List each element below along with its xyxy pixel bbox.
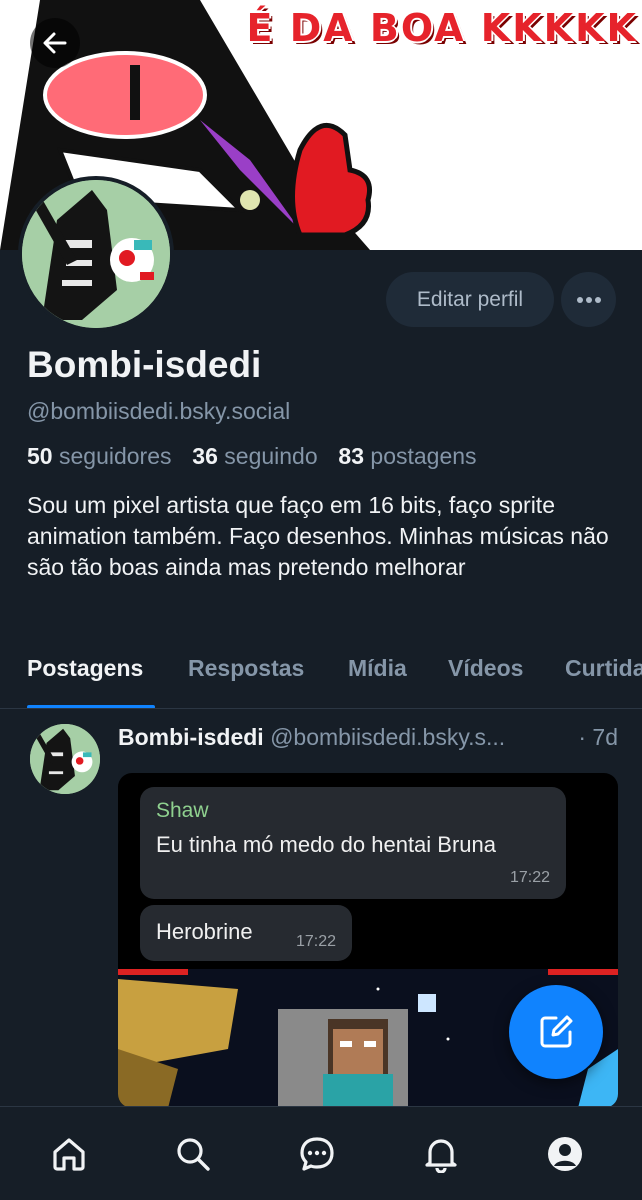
followers-count: 50 (27, 443, 53, 469)
compose-post-button[interactable] (509, 985, 603, 1079)
profile-tabs: Postagens Respostas Mídia Vídeos Curtida… (0, 645, 642, 709)
profile-avatar[interactable] (18, 176, 174, 332)
ellipsis-icon (576, 296, 601, 303)
chat-icon (300, 1137, 334, 1171)
posts-count: 83 (338, 443, 365, 469)
tab-midia[interactable]: Mídia (348, 655, 407, 682)
post-author-name[interactable]: Bombi-isdedi (118, 724, 264, 750)
chat-message-time: 17:22 (509, 869, 550, 886)
more-options-button[interactable] (561, 272, 616, 327)
banner-caption: É DA BOA KKKKK (246, 6, 638, 50)
post-timestamp: · 7d (578, 724, 618, 750)
chat-message-text: Eu tinha mó medo do hentai Bruna (156, 832, 497, 857)
followers-stat[interactable]: 50 seguidores (27, 443, 178, 469)
nav-notifications[interactable] (416, 1129, 466, 1179)
post-author-avatar[interactable] (30, 724, 100, 794)
back-button[interactable] (30, 18, 80, 68)
following-count: 36 (192, 443, 218, 469)
chat-message-text: Herobrine (156, 919, 253, 944)
chat-bubble: Herobrine 17:22 (140, 905, 352, 961)
nav-search[interactable] (168, 1129, 218, 1179)
tab-respostas[interactable]: Respostas (188, 655, 304, 682)
tab-postagens[interactable]: Postagens (27, 655, 143, 682)
edit-profile-button[interactable]: Editar perfil (386, 272, 554, 327)
post-header: Bombi-isdedi @bombiisdedi.bsky.s... · 7d (118, 724, 618, 751)
posts-label: postagens (370, 443, 477, 469)
profile-bio: Sou um pixel artista que faço em 16 bits… (27, 492, 609, 580)
active-tab-indicator (27, 705, 155, 708)
chat-message-time: 17:22 (295, 933, 336, 950)
bell-icon (425, 1139, 457, 1173)
compose-icon (540, 1015, 573, 1048)
following-label: seguindo (224, 443, 318, 469)
bottom-navigation (0, 1106, 642, 1200)
arrow-left-icon (43, 32, 67, 54)
profile-icon (548, 1137, 582, 1171)
nav-home[interactable] (44, 1129, 94, 1179)
posts-stat: 83 postagens (338, 443, 476, 469)
followers-label: seguidores (58, 443, 172, 469)
avatar-artwork (30, 724, 100, 794)
tab-videos[interactable]: Vídeos (448, 655, 523, 682)
following-stat[interactable]: 36 seguindo (192, 443, 324, 469)
display-name: Bombi-isdedi (27, 344, 262, 385)
post-author-handle[interactable]: @bombiisdedi.bsky.s... (270, 724, 505, 750)
search-icon (177, 1138, 210, 1171)
profile-handle: @bombiisdedi.bsky.social (27, 398, 291, 424)
nav-profile[interactable] (540, 1129, 590, 1179)
nav-chat[interactable] (292, 1129, 342, 1179)
avatar-artwork (22, 180, 170, 328)
home-icon (53, 1138, 85, 1171)
chat-sender: Shaw (156, 799, 209, 822)
tab-curtidas[interactable]: Curtidas (565, 655, 642, 682)
chat-bubble: Shaw Eu tinha mó medo do hentai Bruna 17… (140, 787, 566, 899)
profile-stats: 50 seguidores 36 seguindo 83 postagens (27, 443, 477, 470)
